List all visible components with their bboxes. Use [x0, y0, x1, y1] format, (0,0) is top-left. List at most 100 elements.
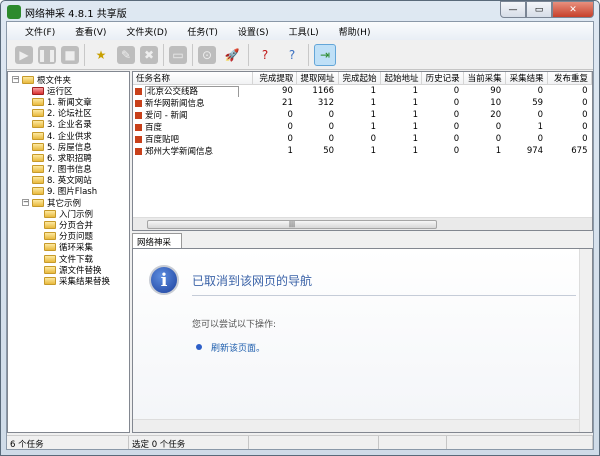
edit-button[interactable]: ✎	[117, 45, 135, 64]
tree-item[interactable]: 8. 英文网站	[12, 175, 129, 186]
folder-icon	[32, 153, 44, 162]
column-header[interactable]: 历史记录	[421, 72, 464, 85]
pause-button[interactable]: ❚❚	[37, 45, 57, 64]
tree-item[interactable]: 源文件替换	[12, 264, 129, 276]
column-header[interactable]: 任务名称	[133, 72, 254, 85]
tree-label: 5. 房屋信息	[47, 142, 92, 153]
menu-item[interactable]: 设置(S)	[228, 25, 279, 38]
table-cell: 0	[453, 146, 460, 156]
column-header[interactable]: 完成起始	[338, 72, 381, 85]
table-header: 任务名称 完成提取 提取网址 完成起始 起始地址 历史记录 当前采集 采集结果 发布重复	[133, 72, 592, 85]
column-header[interactable]: 提取网址	[296, 72, 339, 85]
tree-item[interactable]: − 其它示例	[12, 197, 129, 209]
table-row[interactable]: 北京公交线路 90 1166 1 1 0 90 0 0	[133, 85, 592, 97]
minimize-button[interactable]: —	[500, 1, 526, 18]
browser-pane: i 已取消到该网页的导航 您可以尝试以下操作: 刷新该页面。	[132, 248, 593, 433]
table-cell: 10	[490, 98, 502, 108]
stop-icon: ■	[64, 47, 76, 62]
play-button[interactable]: ▶	[15, 45, 33, 64]
exit-button[interactable]: ⇥	[314, 43, 336, 66]
whats-this-button[interactable]: ?	[281, 44, 303, 66]
tree-item[interactable]: 6. 求职招聘	[12, 152, 129, 164]
task-list[interactable]: 任务名称 完成提取 提取网址 完成起始 起始地址 历史记录 当前采集 采集结果 发布重复 北京公交…	[132, 71, 593, 231]
tree-root[interactable]: − 根文件夹	[12, 74, 129, 86]
launch-button[interactable]: 🚀	[221, 44, 243, 66]
table-row[interactable]: 百度 0 0 1 1 0 0 1 0	[133, 121, 592, 133]
tree-item[interactable]: 9. 图片Flash	[12, 186, 129, 197]
folder-icon	[44, 265, 56, 274]
table-row[interactable]: 爱问 - 新闻 0 0 1 1 0 20 0 0	[133, 109, 592, 121]
delete-button[interactable]: ✖	[140, 45, 158, 64]
collapse-icon[interactable]: −	[12, 76, 19, 84]
table-cell: 974	[526, 146, 544, 156]
close-button[interactable]: ✕	[552, 1, 594, 18]
save-button[interactable]: ▭	[169, 45, 187, 64]
table-row[interactable]: 新华网新闻信息 21 312 1 1 0 10 59 0	[133, 97, 592, 109]
tree-label: 4. 企业供求	[47, 131, 92, 142]
tree-label: 分页问题	[59, 232, 94, 243]
table-cell: 0	[328, 122, 335, 132]
record-button[interactable]: ⊙	[198, 45, 216, 64]
task-icon	[135, 136, 142, 143]
menu-item[interactable]: 文件(F)	[15, 25, 65, 38]
new-task-button[interactable]: ★	[90, 44, 112, 66]
new-task-icon: ★	[95, 47, 107, 62]
menu-item[interactable]: 任务(T)	[177, 25, 228, 38]
browser-vscrollbar[interactable]	[579, 249, 592, 432]
folder-icon	[32, 198, 44, 207]
tree-label: 运行区	[47, 86, 73, 97]
tree-item[interactable]: 4. 企业供求	[12, 130, 129, 142]
tree-label: 循环采集	[59, 243, 94, 254]
scroll-thumb[interactable]: |||	[147, 220, 437, 229]
folder-icon	[44, 232, 56, 241]
tree-item[interactable]: 运行区	[12, 85, 129, 97]
table-row[interactable]: 郑州大学新闻信息 1 50 1 1 0 1 974 675	[133, 145, 592, 157]
record-icon: ⊙	[201, 47, 213, 62]
task-name: 郑州大学新闻信息	[145, 147, 214, 157]
tree-label: 文件下载	[59, 254, 94, 265]
table-cell: 0	[537, 110, 544, 120]
menu-item[interactable]: 文件夹(D)	[116, 25, 177, 38]
table-cell: 郑州大学新闻信息	[133, 145, 253, 157]
maximize-button[interactable]: ▭	[526, 1, 552, 18]
folder-tree[interactable]: − 根文件夹 运行区 1. 新闻文章 2. 论坛社区 3. 企业名录 4. 企业供求 5. 房…	[7, 71, 130, 433]
tree-item[interactable]: 7. 图书信息	[12, 164, 129, 175]
column-header[interactable]: 当前采集	[463, 72, 506, 85]
tree-item[interactable]: 3. 企业名录	[12, 119, 129, 130]
folder-icon	[32, 97, 44, 106]
table-cell: 90	[282, 86, 293, 96]
tree-label: 分页合并	[59, 221, 94, 232]
column-header[interactable]: 发布重复	[547, 72, 592, 85]
menu-item[interactable]: 帮助(H)	[329, 25, 381, 38]
task-list-hscrollbar[interactable]: |||	[133, 217, 592, 230]
table-row[interactable]: 百度贴吧 0 0 0 1 0 0 0 0	[133, 133, 592, 145]
column-header[interactable]: 完成提取	[252, 72, 298, 85]
tree-item[interactable]: 1. 新闻文章	[12, 96, 129, 108]
column-header[interactable]: 起始地址	[380, 72, 423, 85]
tree-item[interactable]: 采集结果替换	[12, 275, 129, 287]
table-cell: 1	[370, 98, 377, 108]
collapse-icon[interactable]: −	[22, 199, 29, 207]
help-button[interactable]: ?	[254, 44, 276, 66]
menu-item[interactable]: 查看(V)	[65, 25, 116, 38]
stop-button[interactable]: ■	[61, 45, 79, 64]
tree-item[interactable]: 5. 房屋信息	[12, 141, 129, 153]
tree-item[interactable]: 分页合并	[12, 219, 129, 232]
browser-hscrollbar[interactable]	[133, 419, 579, 432]
refresh-link[interactable]: 刷新该页面。	[211, 341, 265, 354]
tree-item[interactable]: 入门示例	[12, 208, 129, 220]
column-header[interactable]: 采集结果	[505, 72, 548, 85]
table-cell: 1	[370, 86, 377, 96]
tree-item[interactable]: 2. 论坛社区	[12, 108, 129, 119]
tab-browser[interactable]: 网络神采	[132, 233, 182, 248]
toolbar: ▶ ❚❚ ■ ★ ✎ ✖ ▭ ⊙ 🚀?? ⇥	[7, 40, 593, 70]
tree-item[interactable]: 分页问题	[12, 231, 129, 242]
tree-item[interactable]: 循环采集	[12, 242, 129, 253]
tree-label: 1. 新闻文章	[47, 97, 92, 108]
status-pane	[249, 436, 379, 449]
tree-item[interactable]: 文件下载	[12, 253, 129, 265]
menu-item[interactable]: 工具(L)	[279, 25, 329, 38]
table-cell: 0	[453, 134, 460, 144]
task-icon	[135, 124, 142, 131]
table-cell: 爱问 - 新闻	[133, 109, 253, 121]
